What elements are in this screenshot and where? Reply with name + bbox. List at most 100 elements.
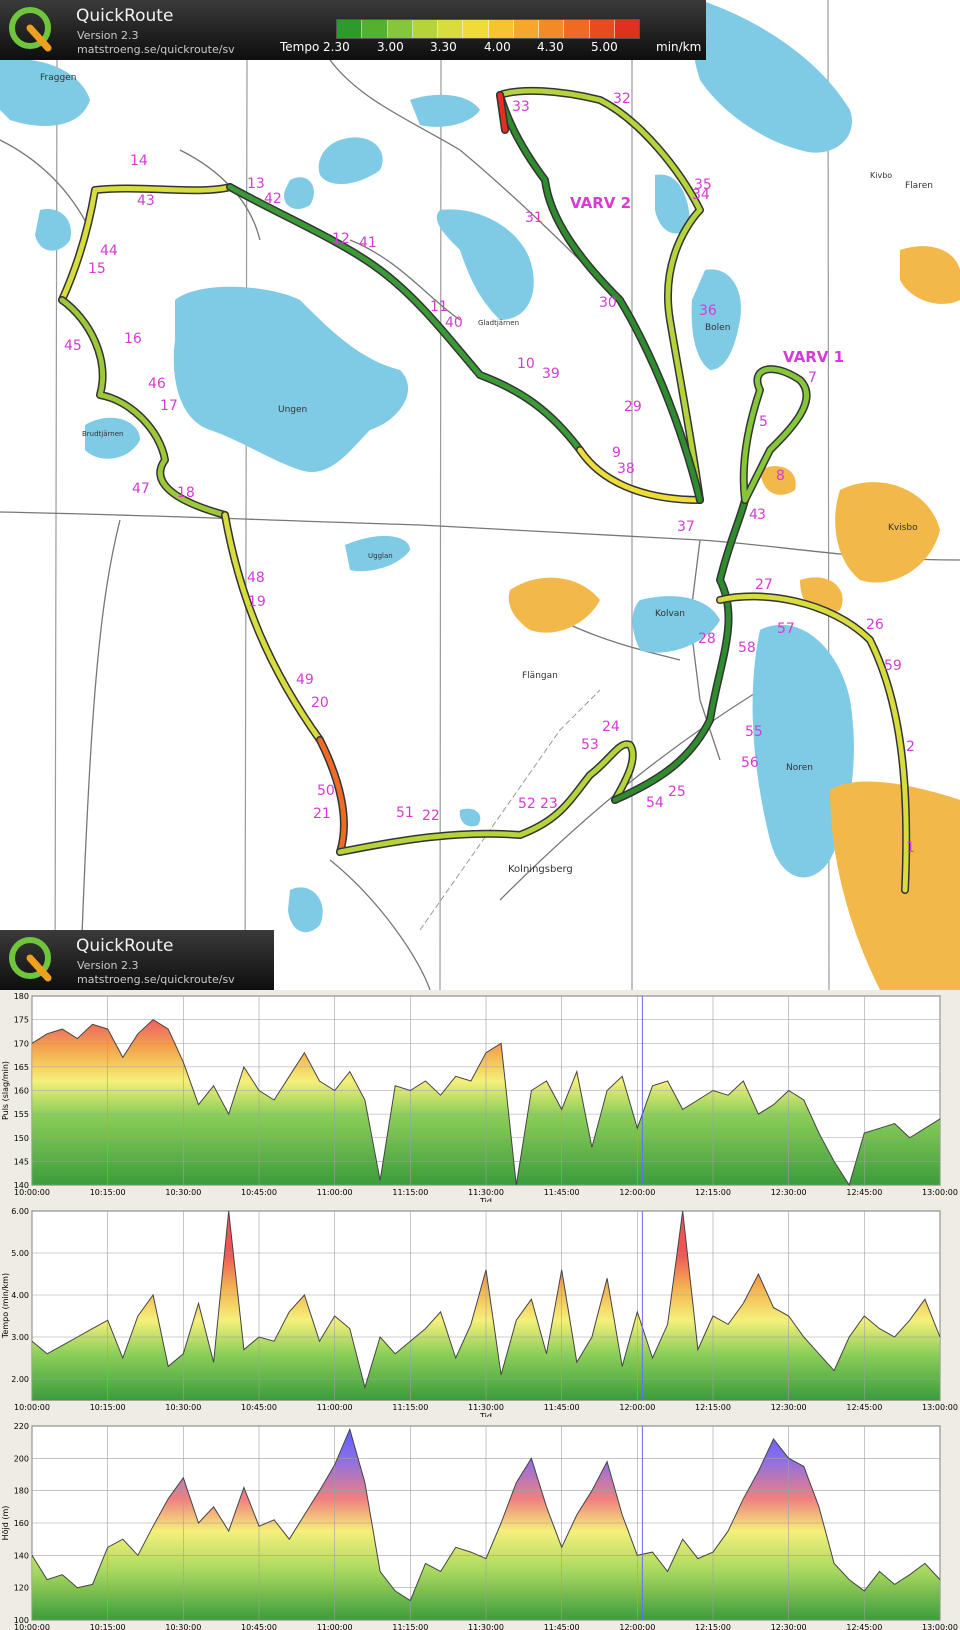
quickroute-logo-icon [9,7,52,52]
legend-label: 3.00 [377,40,404,54]
y-tick-label: 160 [14,1087,29,1096]
y-tick-label: 180 [14,992,29,1001]
control-number: 55 [745,724,763,740]
x-tick-label: 12:00:00 [619,1623,655,1630]
control-number: 12 [332,231,350,247]
y-tick-label: 175 [14,1016,29,1025]
y-tick-label: 145 [14,1157,29,1166]
tempo-color-scale [336,19,640,39]
control-number: 25 [668,784,686,800]
x-tick-label: 10:00:00 [14,1188,50,1197]
x-tick-label: 11:15:00 [392,1403,428,1412]
legend-title: Tempo [280,40,320,54]
x-tick-label: 11:30:00 [468,1403,504,1412]
x-tick-label: 11:00:00 [317,1403,353,1412]
y-tick-label: 3.00 [11,1333,29,1342]
app-name: QuickRoute [76,6,174,26]
control-number: 29 [624,399,642,415]
place-label: Flängan [522,671,558,681]
x-tick-label: 12:30:00 [771,1623,807,1630]
legend-label: 4.30 [537,40,564,54]
control-number: 24 [602,719,620,735]
x-tick-label: 13:00:00 [922,1403,958,1412]
heart-rate-chart: 14014515015516016517017518010:00:00 10:15… [1,992,958,1202]
y-tick-label: 155 [14,1110,29,1119]
control-number: 41 [359,235,377,251]
y-tick-label: 220 [14,1422,29,1431]
place-label: Kolvan [655,609,685,619]
legend-label: 4.00 [484,40,511,54]
control-number: 32 [613,91,631,107]
x-tick-label: 12:45:00 [846,1188,882,1197]
control-number: 54 [646,795,664,811]
control-number: 47 [132,481,150,497]
x-tick-label: 11:15:00 [392,1623,428,1630]
legend-color-swatch [362,20,388,38]
x-tick-label: 10:15:00 [90,1188,126,1197]
legend-color-swatch [614,20,639,38]
place-label: Bolen [705,323,730,333]
place-label: Flaren [905,181,933,191]
y-tick-label: 5.00 [11,1249,29,1258]
control-number: 1 [906,840,915,856]
control-number: 23 [540,796,558,812]
x-tick-label: 11:45:00 [544,1188,580,1197]
y-tick-label: 150 [14,1134,29,1143]
control-number: 39 [542,366,560,382]
control-number: 4 [749,507,758,523]
x-tick-label: 12:30:00 [771,1403,807,1412]
x-tick-label: 12:45:00 [846,1623,882,1630]
control-number: 56 [741,755,759,771]
place-label: Kivbo [870,171,892,180]
y-axis-label: Puls (slag/min) [1,1061,10,1120]
control-number: 37 [677,519,695,535]
pace-chart: 2.00 3.00 4.00 5.00 6.00 10:00:00 10:15:00 10:3… [1,1207,958,1417]
x-tick-label: 12:00:00 [619,1188,655,1197]
y-tick-label: 140 [14,1551,29,1560]
y-tick-label: 170 [14,1039,29,1048]
control-number: 14 [130,153,148,169]
control-number: 11 [430,299,448,315]
x-tick-label: 11:45:00 [544,1623,580,1630]
control-number: 5 [759,414,768,430]
app-url: matstroeng.se/quickroute/sv [77,43,235,56]
control-number: 8 [776,468,785,484]
control-number: 50 [317,783,335,799]
control-number: 43 [137,193,155,209]
place-label: Kvisbo [888,523,918,533]
x-tick-label: 12:00:00 [619,1403,655,1412]
control-number: 38 [617,461,635,477]
elevation-chart: 10012014016018020022010:00:00 10:15:00 10:… [1,1422,958,1630]
legend-label: 2.30 [323,40,350,54]
y-tick-label: 120 [14,1584,29,1593]
control-number: 7 [808,370,817,386]
control-number: 59 [884,658,902,674]
legend-color-swatch [513,20,539,38]
app-version: Version 2.3 [77,29,139,42]
control-number: 36 [699,303,717,319]
y-axis-label: Höjd (m) [1,1506,10,1541]
x-axis-label: Tid [479,1197,492,1202]
loop-label: VARV 1 [783,348,844,366]
quickroute-logo-icon [9,937,52,982]
legend-label: 3.30 [430,40,457,54]
place-label: Gladtjärnen [478,319,519,327]
control-number: 44 [100,243,118,259]
y-tick-label: 160 [14,1519,29,1528]
control-number: 13 [247,176,265,192]
x-tick-label: 11:00:00 [317,1188,353,1197]
legend-color-swatch [463,20,489,38]
x-tick-label: 10:30:00 [165,1403,201,1412]
legend-color-swatch [412,20,438,38]
quickroute-header: QuickRoute Version 2.3 matstroeng.se/qui… [0,0,706,60]
x-tick-label: 11:15:00 [392,1188,428,1197]
legend-color-swatch [539,20,565,38]
control-number: 48 [247,570,265,586]
y-tick-label: 2.00 [11,1375,29,1384]
place-label: Brudtjärnen [82,430,123,438]
legend-label: 5.00 [591,40,618,54]
control-number: 9 [612,445,621,461]
control-number: 35 [694,177,712,193]
x-tick-label: 11:30:00 [468,1623,504,1630]
x-tick-label: 12:30:00 [771,1188,807,1197]
